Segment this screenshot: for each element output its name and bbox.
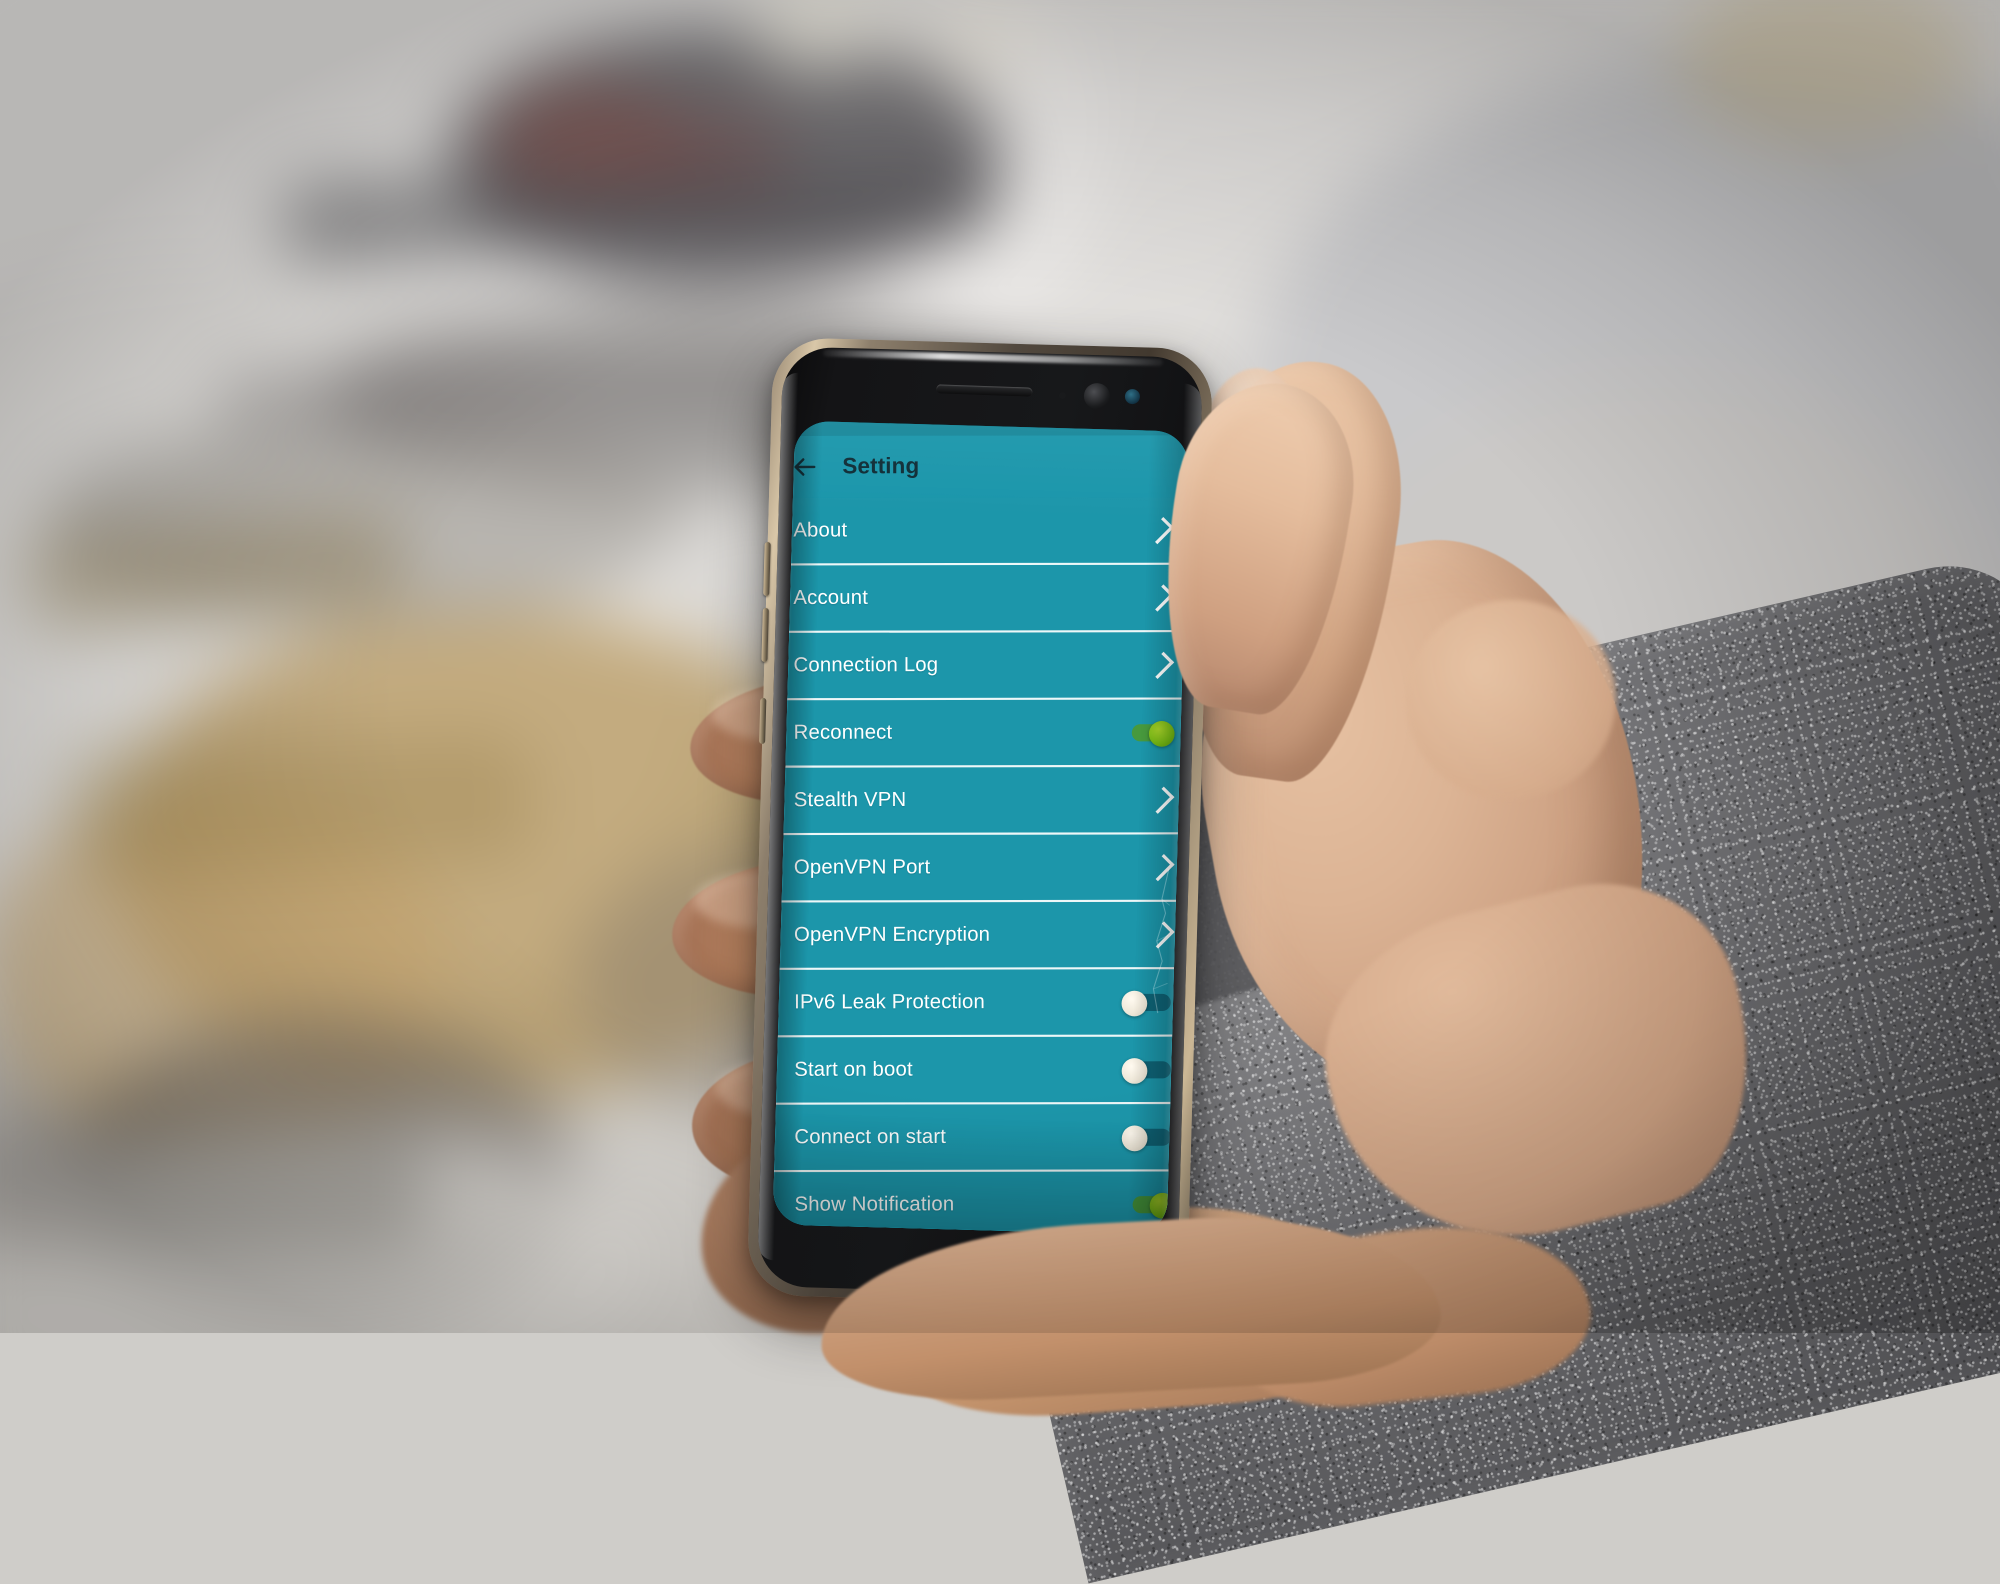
- iris-scanner: [1124, 388, 1141, 405]
- toggle-knob: [1121, 1124, 1148, 1151]
- status-bar-clock: 08:10: [1143, 421, 1180, 428]
- settings-row-show-notification[interactable]: Show Notification: [773, 1169, 1189, 1236]
- settings-row-label: OpenVPN Encryption: [793, 923, 991, 946]
- row-control[interactable]: [1147, 920, 1178, 949]
- row-control[interactable]: [1123, 720, 1177, 747]
- chevron-right-icon: [1147, 786, 1175, 814]
- settings-list: About Account Connection Log Reconnect S…: [772, 497, 1189, 1236]
- toggle-knob: [1149, 1192, 1176, 1219]
- proximity-sensor: [1058, 392, 1067, 400]
- settings-row-label: Connect on start: [794, 1125, 947, 1149]
- settings-row-label: OpenVPN Port: [793, 855, 931, 879]
- toggle-knob: [1121, 990, 1148, 1016]
- settings-row-about[interactable]: About: [772, 497, 1189, 564]
- settings-row-connect-on-start[interactable]: Connect on start: [772, 1101, 1189, 1171]
- settings-row-openvpn-port[interactable]: OpenVPN Port: [772, 832, 1189, 901]
- toggle-knob: [1148, 720, 1175, 747]
- start-on-boot-toggle[interactable]: [1121, 1057, 1173, 1084]
- row-control[interactable]: [1121, 1124, 1178, 1151]
- chevron-right-icon: [1147, 920, 1175, 949]
- row-control[interactable]: [1147, 786, 1177, 814]
- settings-row-start-on-boot[interactable]: Start on boot: [772, 1034, 1189, 1103]
- row-control[interactable]: [1124, 1192, 1178, 1219]
- alarm-icon: [1031, 420, 1046, 427]
- connect-on-start-toggle[interactable]: [1121, 1124, 1173, 1151]
- smartphone: 4G LTE 73%: [746, 337, 1214, 1307]
- front-camera: [1083, 382, 1111, 410]
- chevron-right-icon: [1146, 516, 1174, 544]
- settings-row-label: Show Notification: [794, 1192, 955, 1216]
- status-bar-right: 4G LTE 73%: [1010, 420, 1180, 428]
- back-arrow-icon[interactable]: [791, 453, 819, 481]
- mute-icon: [1010, 420, 1026, 427]
- row-control[interactable]: [1121, 990, 1178, 1016]
- app-bar: Setting: [772, 435, 1189, 499]
- row-control[interactable]: [1146, 583, 1177, 612]
- row-control[interactable]: [1146, 516, 1177, 544]
- settings-row-stealth-vpn[interactable]: Stealth VPN: [772, 764, 1189, 833]
- screen-content: 4G LTE 73%: [772, 420, 1189, 1236]
- assistant-button[interactable]: [759, 697, 767, 744]
- row-control[interactable]: [1146, 651, 1177, 679]
- chevron-right-icon: [1147, 853, 1175, 881]
- settings-row-connection-log[interactable]: Connection Log: [772, 630, 1189, 699]
- chevron-right-icon: [1146, 651, 1175, 679]
- settings-row-label: Stealth VPN: [793, 788, 907, 812]
- status-bar-left: [785, 420, 801, 428]
- screenshot-capture-icon: [785, 420, 801, 428]
- row-control[interactable]: [1147, 853, 1177, 881]
- battery-full-icon: [1126, 420, 1138, 428]
- settings-row-reconnect[interactable]: Reconnect: [772, 697, 1189, 766]
- settings-row-label: IPv6 Leak Protection: [794, 990, 985, 1014]
- settings-row-label: Account: [793, 586, 869, 609]
- reconnect-toggle[interactable]: [1123, 720, 1175, 747]
- phone-screen[interactable]: 4G LTE 73%: [772, 420, 1189, 1236]
- page-title: Setting: [842, 453, 920, 479]
- settings-row-account[interactable]: Account: [772, 562, 1189, 631]
- settings-row-label: About: [793, 518, 848, 542]
- status-bar: 4G LTE 73%: [772, 420, 1189, 437]
- phone-body: 4G LTE 73%: [756, 346, 1204, 1298]
- settings-row-label: Start on boot: [794, 1057, 913, 1081]
- settings-row-label: Reconnect: [793, 720, 893, 744]
- toggle-knob: [1121, 1057, 1148, 1084]
- ipv6-leak-protection-toggle[interactable]: [1121, 990, 1173, 1016]
- network-type-indicator: 4G LTE: [1052, 420, 1066, 427]
- battery-percent-label: 73%: [1092, 421, 1120, 428]
- signal-bars-icon: [1070, 420, 1087, 427]
- row-control[interactable]: [1121, 1057, 1178, 1084]
- chevron-right-icon: [1146, 583, 1175, 612]
- settings-row-ipv6-leak-protection[interactable]: IPv6 Leak Protection: [772, 967, 1189, 1036]
- earpiece-speaker: [936, 384, 1033, 397]
- settings-row-openvpn-encryption[interactable]: OpenVPN Encryption: [772, 899, 1189, 968]
- settings-row-label: Connection Log: [793, 653, 939, 677]
- show-notification-toggle[interactable]: [1124, 1192, 1176, 1219]
